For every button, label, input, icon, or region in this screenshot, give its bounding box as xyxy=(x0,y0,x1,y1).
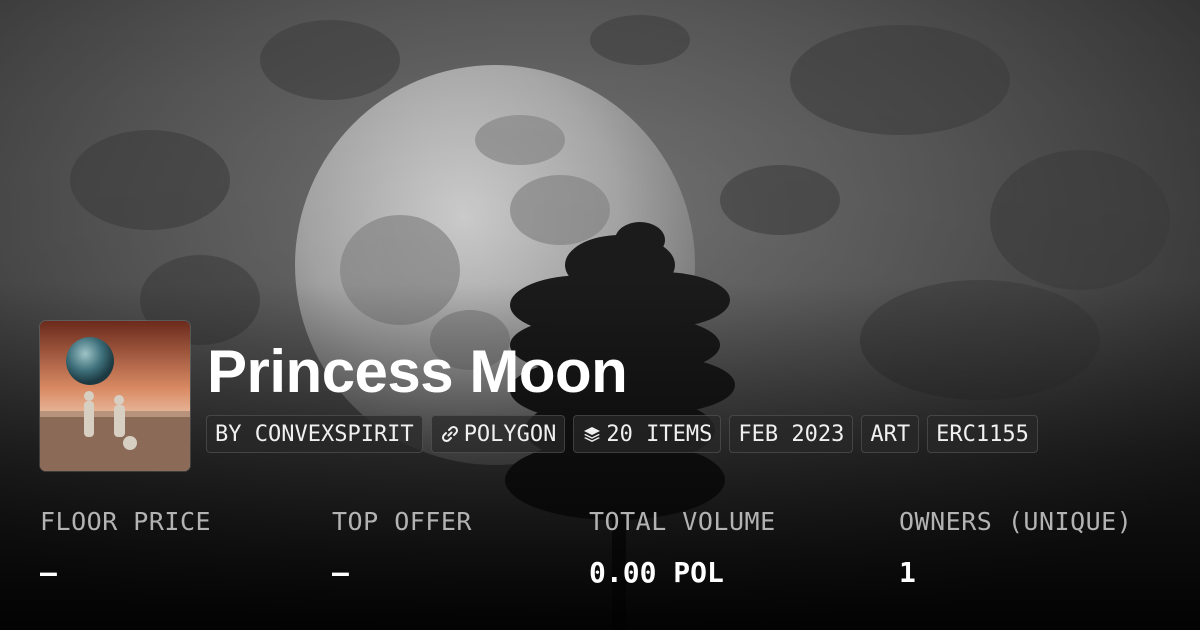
items-tag-label: 20 ITEMS xyxy=(606,421,713,447)
stat-top-offer-value: – xyxy=(332,556,349,589)
chain-tag-label: POLYGON xyxy=(463,421,557,447)
collection-avatar xyxy=(40,321,190,471)
collection-title: Princess Moon xyxy=(207,338,628,405)
stat-owners-value: 1 xyxy=(899,556,916,589)
collection-avatar-image xyxy=(40,321,190,471)
category-tag[interactable]: ART xyxy=(861,415,920,453)
stat-top-offer-label: TOP OFFER xyxy=(332,507,472,536)
stat-owners: OWNERS (UNIQUE) 1 xyxy=(899,506,1132,589)
link-icon xyxy=(441,425,458,443)
date-tag: FEB 2023 xyxy=(729,415,854,453)
category-tag-label: ART xyxy=(870,421,911,447)
standard-tag: ERC1155 xyxy=(927,415,1038,453)
stat-top-offer: TOP OFFER – xyxy=(332,506,472,589)
standard-tag-label: ERC1155 xyxy=(936,421,1029,447)
creator-tag[interactable]: BY CONVEXSPIRIT xyxy=(206,415,423,453)
stat-total-volume-value: 0.00 POL xyxy=(589,556,724,589)
chain-tag[interactable]: POLYGON xyxy=(430,415,566,453)
stat-floor-price-label: FLOOR PRICE xyxy=(40,507,212,536)
date-tag-label: FEB 2023 xyxy=(738,421,845,447)
creator-tag-label: BY CONVEXSPIRIT xyxy=(215,421,414,447)
stat-owners-label: OWNERS (UNIQUE) xyxy=(899,507,1133,536)
collection-tags: BY CONVEXSPIRIT POLYGON 20 ITEMS FEB 202… xyxy=(206,415,1038,453)
stat-floor-price-value: – xyxy=(40,556,57,589)
items-tag: 20 ITEMS xyxy=(573,415,722,453)
stat-total-volume-label: TOTAL VOLUME xyxy=(589,507,776,536)
layers-icon xyxy=(584,427,601,442)
stat-total-volume: TOTAL VOLUME 0.00 POL xyxy=(589,506,776,589)
stat-floor-price: FLOOR PRICE – xyxy=(40,506,211,589)
